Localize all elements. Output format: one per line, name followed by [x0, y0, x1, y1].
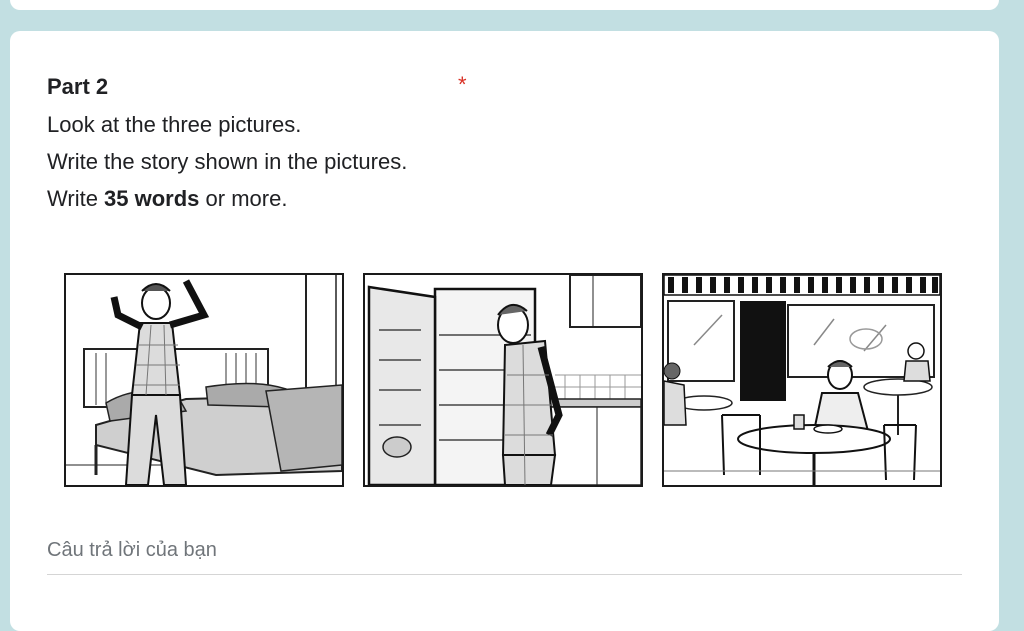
question-header: Part 2 *	[47, 72, 487, 100]
required-asterisk: *	[458, 72, 467, 97]
man-at-fridge-icon	[367, 275, 641, 485]
picture-2	[363, 273, 643, 487]
instruction-line-1: Look at the three pictures.	[47, 112, 302, 137]
man-in-cafe-icon	[664, 275, 940, 485]
instruction-line-2: Write the story shown in the pictures.	[47, 149, 408, 174]
picture-3	[662, 273, 942, 487]
man-waking-up-icon	[66, 275, 342, 485]
answer-area	[47, 539, 962, 575]
answer-input[interactable]	[47, 539, 962, 575]
picture-1	[64, 273, 344, 487]
question-card: Part 2 * Look at the three pictures. Wri…	[10, 31, 999, 631]
previous-question-card	[10, 0, 999, 10]
word-count: 35 words	[104, 186, 200, 211]
question-title: Part 2	[47, 74, 109, 99]
instruction-line-3: Write 35 words or more.	[47, 186, 288, 211]
